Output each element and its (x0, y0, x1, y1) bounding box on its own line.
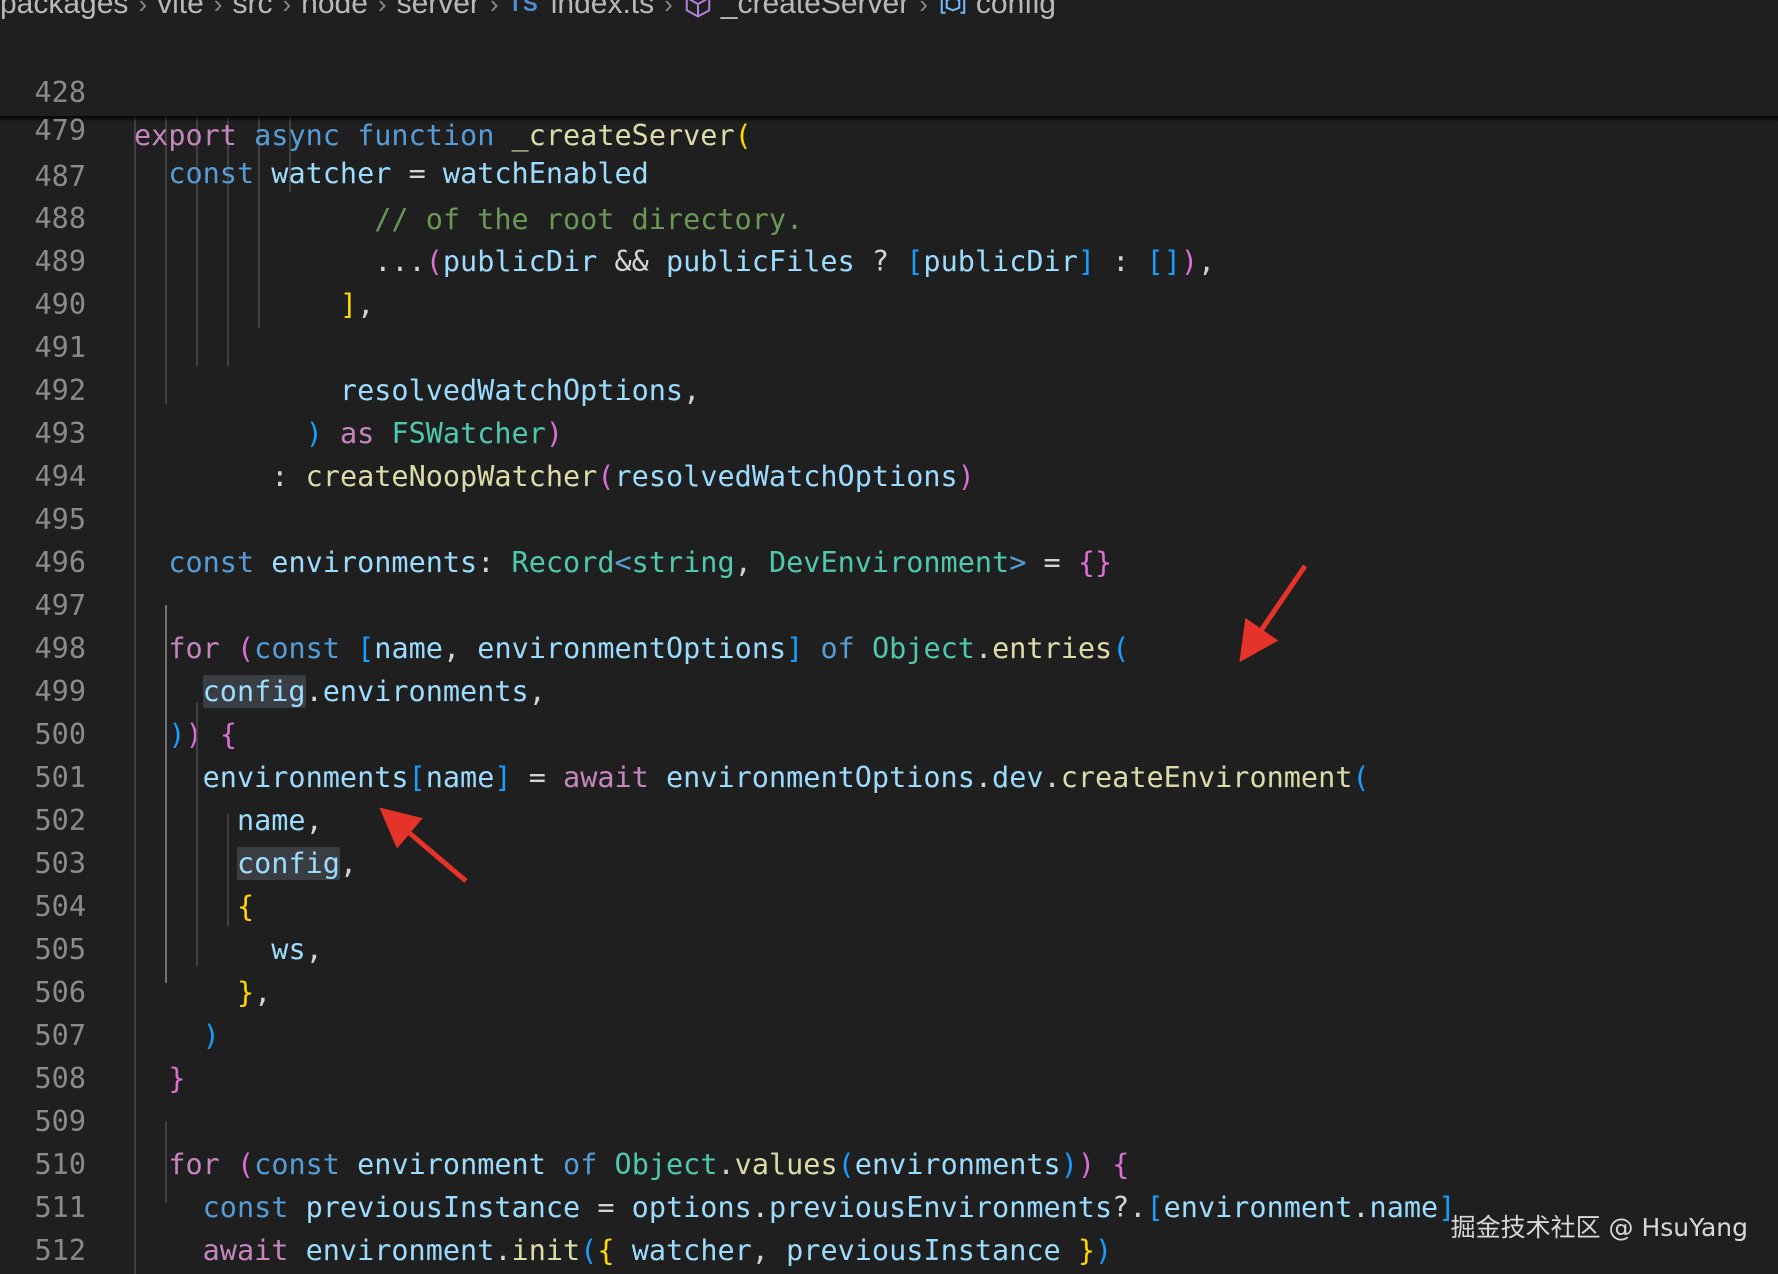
code-editor[interactable]: 428 export async function _createServer(… (0, 0, 1778, 1274)
sticky-line[interactable]: 479 const watcher = watchEnabled (0, 66, 1778, 190)
indent-guide-active (165, 605, 167, 983)
indent-guide (165, 1121, 167, 1203)
code-line[interactable]: 493 : createNoopWatcher(resolvedWatchOpt… (0, 369, 1778, 493)
code-line[interactable]: 492 ) as FSWatcher) (0, 326, 1778, 450)
code-line[interactable]: 491 resolvedWatchOptions, (0, 283, 1778, 407)
code-line[interactable]: 509 for (const environment of Object.val… (0, 1057, 1778, 1181)
code-line-text: const watcher = watchEnabled (168, 157, 649, 190)
line-number: 479 (34, 114, 86, 147)
code-line[interactable]: 490 (0, 240, 1778, 321)
code-line[interactable]: 510 const previousInstance = options.pre… (0, 1100, 1778, 1224)
code-line-text: export async function _createServer( (134, 119, 752, 152)
indent-guide (134, 116, 136, 1274)
code-line[interactable]: 501 name, (0, 713, 1778, 837)
code-line[interactable]: 500 environments[name] = await environme… (0, 670, 1778, 794)
code-line[interactable]: 506 ) (0, 928, 1778, 1052)
code-line[interactable]: 495 const environments: Record<string, D… (0, 455, 1778, 579)
watermark: 掘金技术社区 @ HsuYang (1450, 1213, 1748, 1242)
code-line-text: // of the root directory. (374, 203, 804, 236)
indent-guide (227, 814, 229, 926)
code-line[interactable]: 505 }, (0, 885, 1778, 1009)
code-line[interactable]: 503 { (0, 799, 1778, 923)
indent-guide (196, 702, 198, 966)
sticky-line[interactable]: 428 export async function _createServer( (0, 28, 1778, 152)
code-line[interactable]: 496 (0, 498, 1778, 579)
code-line[interactable]: 498 config.environments, (0, 584, 1778, 708)
code-line[interactable]: 499 )) { (0, 627, 1778, 751)
code-line[interactable]: 507 } (0, 971, 1778, 1095)
code-line[interactable]: 502 config, (0, 756, 1778, 880)
code-line[interactable]: 497 for (const [name, environmentOptions… (0, 541, 1778, 665)
code-line[interactable]: 511 await environment.init({ watcher, pr… (0, 1143, 1778, 1267)
code-line[interactable]: 508 (0, 1014, 1778, 1095)
code-line[interactable]: 494 (0, 412, 1778, 493)
code-line[interactable]: 504 ws, (0, 842, 1778, 966)
